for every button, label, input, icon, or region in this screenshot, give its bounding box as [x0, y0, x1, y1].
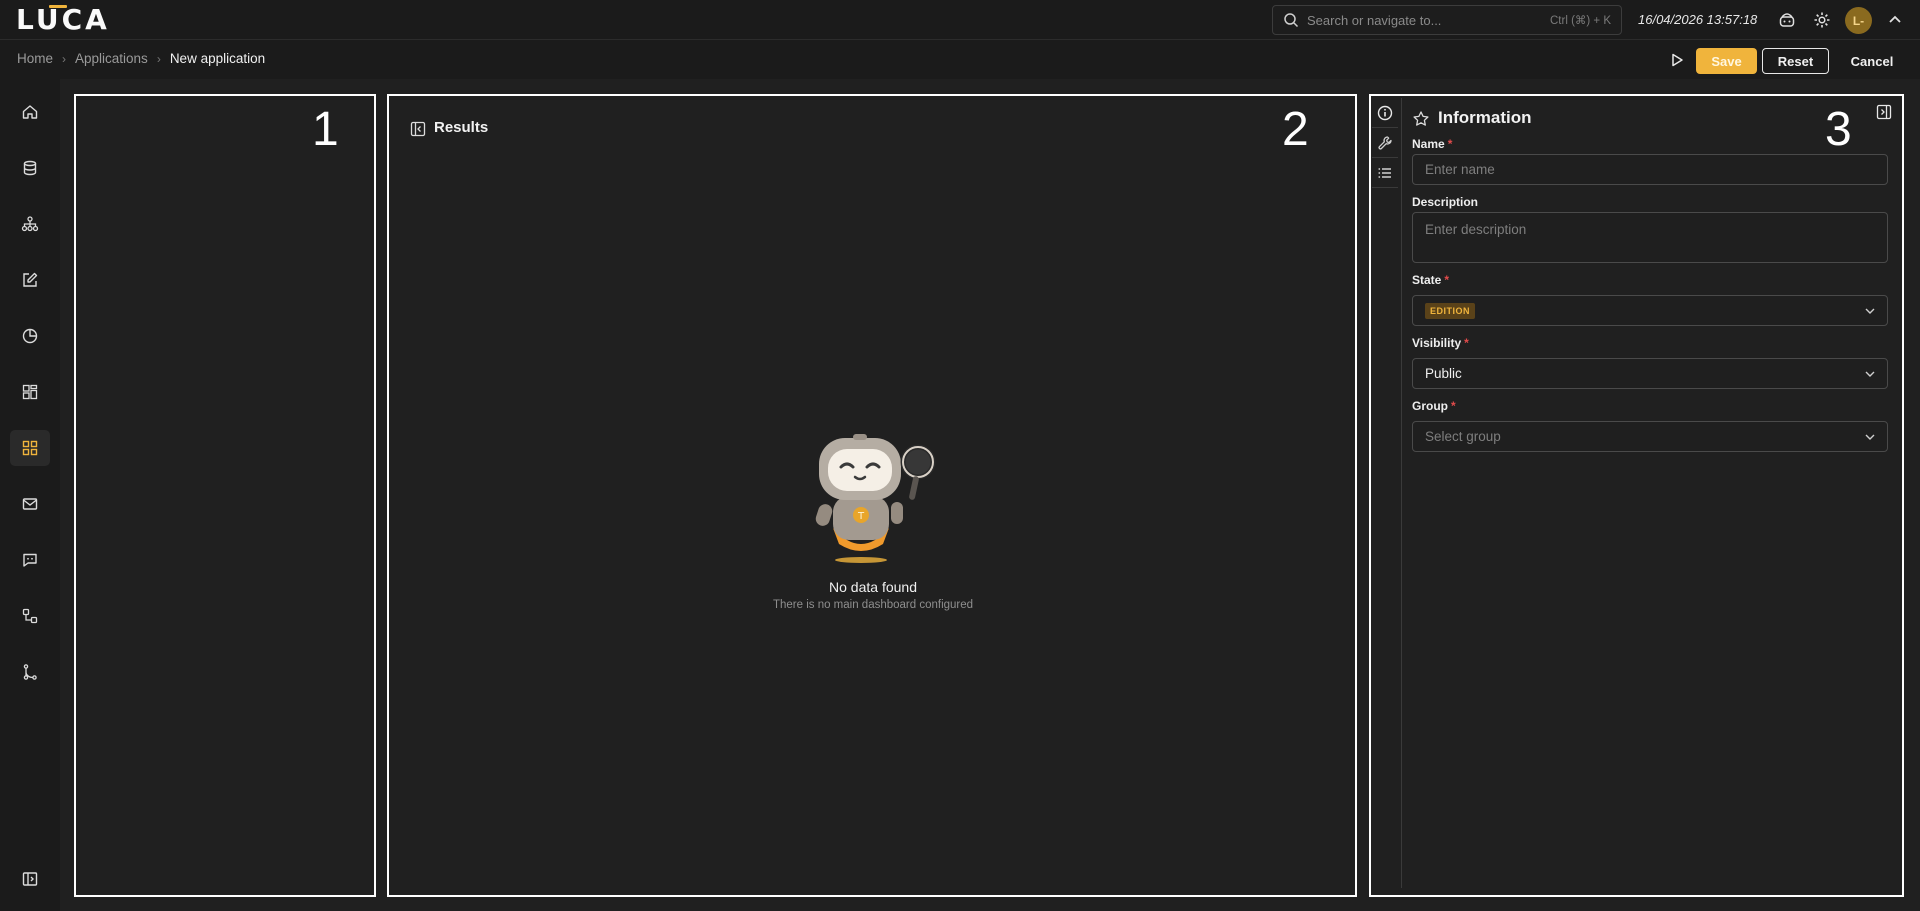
collapse-left-icon[interactable]: [410, 121, 426, 137]
state-label: State *: [1412, 273, 1450, 287]
breadcrumb-home[interactable]: Home: [17, 51, 53, 66]
search-shortcut: Ctrl (⌘) + K: [1549, 15, 1611, 27]
gear-icon[interactable]: [1812, 10, 1832, 30]
nav-sidebar-toggle[interactable]: [10, 861, 50, 897]
right-panel-divider: [1401, 98, 1402, 888]
hierarchy-icon: [21, 216, 39, 232]
group-select[interactable]: Select group: [1412, 421, 1888, 452]
nav-edit[interactable]: [10, 262, 50, 298]
nav-analytics[interactable]: [10, 318, 50, 354]
nav-dashboards[interactable]: [10, 374, 50, 410]
visibility-value: Public: [1425, 366, 1462, 381]
results-title: Results: [434, 119, 489, 136]
panel-number-1: 1: [312, 103, 339, 156]
reset-button[interactable]: Reset: [1762, 48, 1829, 74]
empty-state-subtitle: There is no main dashboard configured: [772, 599, 974, 611]
edit-icon: [23, 272, 38, 287]
description-placeholder: Enter description: [1425, 222, 1527, 237]
tab-settings[interactable]: [1372, 128, 1398, 158]
right-panel-tabs: [1372, 98, 1402, 188]
home-icon: [22, 105, 38, 119]
breadcrumb: Home › Applications › New application: [17, 51, 265, 66]
database-icon: [23, 160, 37, 176]
tab-list[interactable]: [1372, 158, 1398, 188]
group-placeholder: Select group: [1425, 429, 1501, 444]
cancel-button[interactable]: Cancel: [1840, 48, 1904, 74]
sub-header: Home › Applications › New application: [0, 40, 1920, 79]
pie-chart-icon: [22, 328, 38, 344]
user-avatar[interactable]: L-: [1845, 7, 1872, 34]
logo-accent: [49, 5, 67, 8]
search-icon: [1284, 13, 1299, 28]
nav-applications[interactable]: [10, 430, 50, 466]
play-icon[interactable]: [1668, 51, 1686, 69]
search-placeholder: Search or navigate to...: [1307, 12, 1442, 28]
chevron-up-icon[interactable]: [1886, 11, 1904, 29]
applications-grid-icon: [22, 440, 38, 456]
top-bar: LUCA Search or navigate to... Ctrl (⌘) +…: [0, 0, 1920, 40]
tab-information[interactable]: [1372, 98, 1398, 128]
panel-number-3: 3: [1825, 103, 1852, 156]
git-branch-icon: [23, 664, 37, 680]
side-nav: [0, 79, 60, 911]
breadcrumb-chevron-icon: ›: [62, 51, 67, 66]
description-textarea[interactable]: Enter description: [1412, 212, 1888, 263]
nav-home[interactable]: [10, 94, 50, 130]
nav-database[interactable]: [10, 150, 50, 186]
save-button[interactable]: Save: [1696, 48, 1757, 74]
empty-state-robot-illustration: T: [815, 434, 936, 563]
nav-hierarchy[interactable]: [10, 206, 50, 242]
workflow-icon: [22, 608, 38, 624]
panel-number-2: 2: [1282, 103, 1309, 156]
name-input[interactable]: Enter name: [1412, 154, 1888, 185]
svg-text:T: T: [857, 511, 865, 522]
datetime: 16/04/2026 13:57:18: [1638, 12, 1758, 27]
collapse-right-panel-icon[interactable]: [1876, 104, 1892, 120]
state-select[interactable]: EDITION: [1412, 295, 1888, 326]
info-icon: [1377, 105, 1393, 120]
left-panel: [74, 94, 376, 897]
sidebar-toggle-icon: [22, 872, 38, 886]
star-icon[interactable]: [1412, 110, 1430, 128]
chat-icon: [23, 553, 37, 567]
information-title: Information: [1438, 108, 1532, 127]
support-icon[interactable]: [1777, 10, 1797, 30]
group-label: Group *: [1412, 399, 1456, 413]
wrench-icon: [1378, 135, 1392, 150]
nav-workflow[interactable]: [10, 598, 50, 634]
app-logo[interactable]: LUCA: [16, 3, 110, 36]
mail-icon: [22, 498, 38, 510]
chevron-down-icon: [1865, 308, 1875, 314]
breadcrumb-chevron-icon: ›: [156, 51, 161, 66]
nav-git[interactable]: [10, 654, 50, 690]
chevron-down-icon: [1865, 371, 1875, 377]
empty-state-title: No data found: [829, 579, 917, 595]
description-label: Description: [1412, 195, 1479, 209]
dashboard-layout-icon: [22, 384, 38, 400]
chevron-down-icon: [1865, 434, 1875, 440]
name-label: Name *: [1412, 137, 1453, 151]
list-icon: [1378, 167, 1391, 178]
visibility-label: Visibility *: [1412, 336, 1469, 350]
visibility-select[interactable]: Public: [1412, 358, 1888, 389]
nav-mail[interactable]: [10, 486, 50, 522]
breadcrumb-applications[interactable]: Applications: [75, 51, 148, 66]
name-placeholder: Enter name: [1425, 162, 1495, 177]
state-badge: EDITION: [1425, 302, 1476, 319]
nav-chat[interactable]: [10, 542, 50, 578]
search-bar[interactable]: Search or navigate to... Ctrl (⌘) + K: [1272, 5, 1622, 35]
breadcrumb-current: New application: [169, 51, 266, 66]
